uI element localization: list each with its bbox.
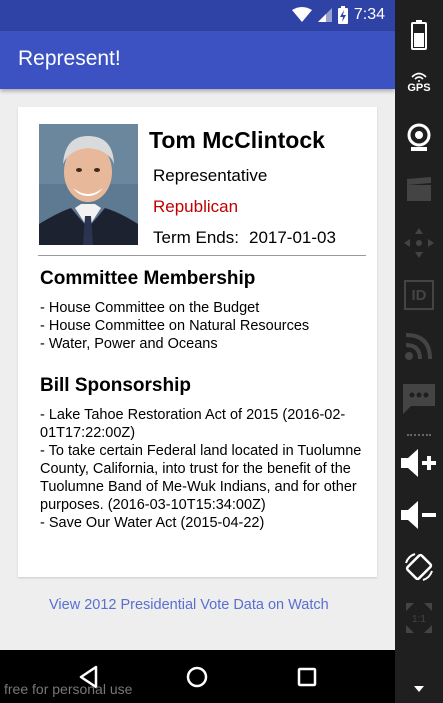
id-label: ID [404,280,434,310]
gps-label: GPS [407,82,431,94]
recents-icon[interactable] [294,664,320,690]
rotate-icon[interactable] [395,551,443,583]
bill-list: - Lake Tahoe Restoration Act of 2015 (20… [40,406,380,532]
representative-name: Tom McClintock [149,127,325,153]
status-icons: 7:34 [291,6,385,24]
svg-text:1:1: 1:1 [412,614,426,625]
camera-icon[interactable] [395,123,443,153]
watch-vote-data-link[interactable]: View 2012 Presidential Vote Data on Watc… [49,597,329,613]
representative-party: Republican [153,197,239,216]
rss-icon[interactable] [395,331,443,361]
volume-up-icon[interactable] [395,448,443,478]
video-icon[interactable] [395,177,443,203]
app-title: Represent! [18,47,121,70]
scale-icon[interactable]: 1:1 [395,601,443,635]
committee-item: - Water, Power and Oceans [40,336,218,352]
id-icon[interactable]: ID [395,280,443,310]
term-label: Term Ends: [153,228,239,247]
bill-heading: Bill Sponsorship [40,375,191,396]
volume-down-icon[interactable] [395,500,443,530]
representative-photo [39,124,138,245]
signal-icon [317,8,332,22]
phone-screen: 7:34 Represent! Tom McClintock Represent… [0,0,395,703]
bill-item: - To take certain Federal land located i… [40,443,362,513]
status-time: 7:34 [353,6,385,23]
wifi-icon [291,7,312,22]
committee-list: - House Committee on the Budget - House … [40,299,309,353]
gps-icon[interactable]: GPS [395,72,443,94]
representative-card: Tom McClintock Representative Republican… [18,107,377,577]
watermark: free for personal use [4,681,133,697]
representative-title: Representative [153,166,268,185]
committee-item: - House Committee on Natural Resources [40,318,310,334]
committee-item: - House Committee on the Budget [40,300,260,316]
battery-charging-icon [337,6,348,24]
status-bar: 7:34 [0,0,395,31]
committee-heading: Committee Membership [40,268,256,289]
bill-item: - Save Our Water Act (2015-04-22) [40,515,265,531]
side-divider [407,434,431,436]
divider [38,255,366,256]
sms-icon[interactable] [395,384,443,414]
dpad-icon[interactable] [395,226,443,260]
app-bar: Represent! [0,31,395,89]
term-date: 2017-01-03 [248,228,336,247]
emulator-side-panel: GPS ID 1:1 [395,0,443,703]
bill-item: - Lake Tahoe Restoration Act of 2015 (20… [40,407,346,441]
chevron-down-icon[interactable] [395,686,443,692]
home-icon[interactable] [184,664,210,690]
term-end: Term Ends: 2017-01-03 [153,228,336,248]
battery-icon[interactable] [395,20,443,50]
